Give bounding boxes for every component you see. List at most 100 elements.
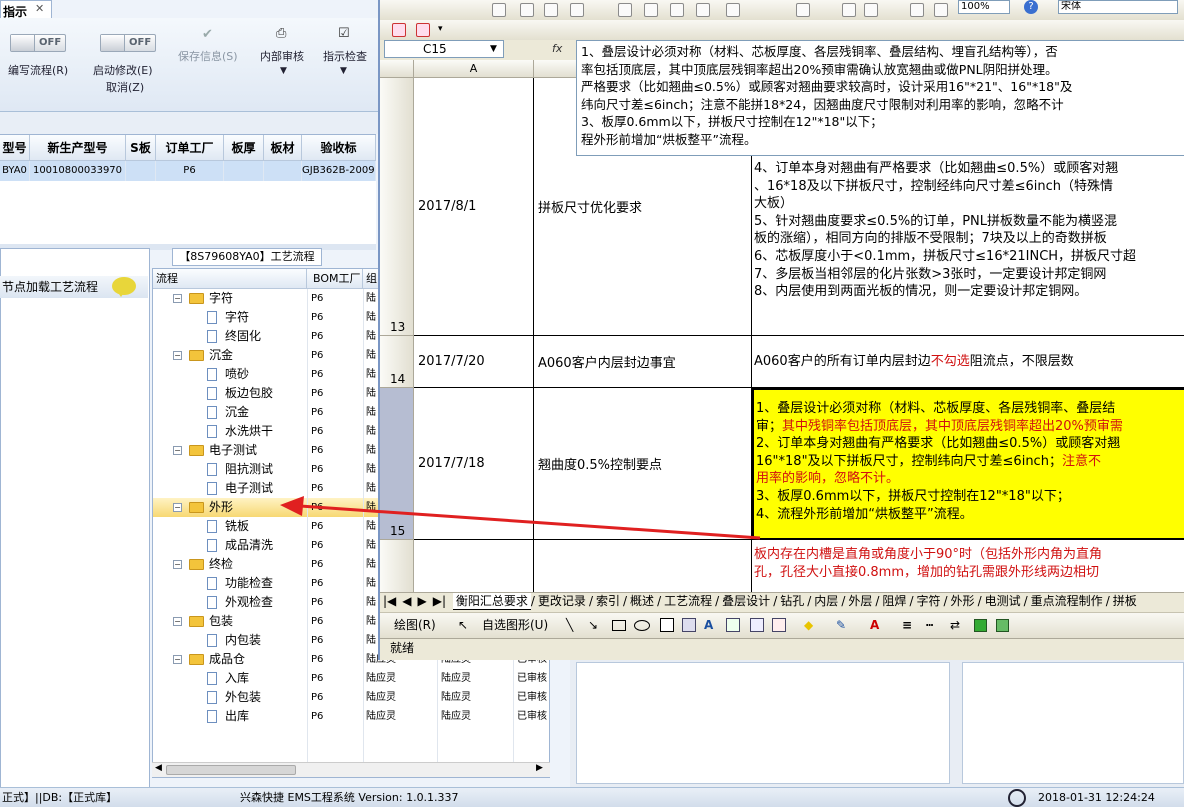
formula-bar[interactable]: 1、叠层设计必须对称（材料、芯板厚度、各层残铜率、叠层结构、埋盲孔结构等），否 … bbox=[576, 40, 1184, 156]
content-cell[interactable]: A060客户的所有订单内层封边 不勾选 阻流点，不限层数 bbox=[752, 336, 1184, 388]
oval-tool-icon[interactable] bbox=[634, 620, 650, 631]
sheet-tab[interactable]: 内层 bbox=[811, 593, 841, 609]
shadow-icon[interactable] bbox=[974, 619, 987, 632]
grid-cell[interactable] bbox=[264, 161, 302, 181]
column-header[interactable]: 订单工厂 bbox=[156, 135, 224, 161]
save-info-button[interactable]: 保存信息(S) bbox=[178, 48, 238, 64]
draw-menu-button[interactable]: 绘图(R) bbox=[394, 613, 436, 637]
cancel-button[interactable]: 取消(Z) bbox=[106, 79, 144, 95]
textbox-tool-icon[interactable] bbox=[660, 618, 674, 632]
name-box[interactable]: C15 bbox=[384, 40, 504, 58]
sheet-tab[interactable]: 索引 bbox=[593, 593, 623, 609]
column-header[interactable]: 型号 bbox=[0, 135, 30, 161]
collapse-toggle-icon[interactable]: − bbox=[173, 617, 182, 626]
row-header[interactable]: 13 bbox=[380, 78, 414, 336]
format-painter-icon[interactable] bbox=[696, 3, 710, 17]
sheet-nav-prev-icon[interactable]: ◀ bbox=[399, 594, 414, 608]
sheet-tab[interactable]: 外层 bbox=[845, 593, 875, 609]
tree-leaf-node[interactable]: 入库 P6 陆应灵 陆应灵 已审核 bbox=[153, 669, 549, 688]
vertical-textbox-icon[interactable] bbox=[682, 618, 696, 632]
chevron-down-icon[interactable]: ▼ bbox=[490, 44, 497, 54]
column-header-a[interactable]: A bbox=[414, 60, 534, 78]
help-icon[interactable]: ? bbox=[1024, 0, 1038, 14]
tree-horizontal-scrollbar[interactable]: ◀ ▶ bbox=[152, 762, 550, 777]
arrow-style-icon[interactable]: ⇄ bbox=[950, 613, 960, 637]
sheet-nav-first-icon[interactable]: |◀ bbox=[380, 594, 399, 608]
chevron-down-icon[interactable]: ▾ bbox=[438, 24, 443, 34]
pdf-settings-icon[interactable] bbox=[416, 23, 430, 37]
rectangle-tool-icon[interactable] bbox=[612, 620, 626, 631]
chat-bubble-icon[interactable] bbox=[112, 277, 136, 297]
clipart-icon[interactable] bbox=[750, 618, 764, 632]
sheet-tab[interactable]: 电测试 bbox=[982, 593, 1024, 609]
sort-descending-icon[interactable] bbox=[864, 3, 878, 17]
wordart-icon[interactable]: A bbox=[704, 613, 713, 637]
edit-flow-button[interactable]: 编写流程(R) bbox=[8, 62, 68, 78]
copy-icon[interactable] bbox=[644, 3, 658, 17]
line-tool-icon[interactable]: ╲ bbox=[566, 613, 573, 637]
tree-column-header[interactable]: 流程 bbox=[153, 269, 307, 289]
paste-icon[interactable] bbox=[670, 3, 684, 17]
dash-style-icon[interactable]: ┅ bbox=[926, 613, 933, 637]
sheet-tab[interactable]: 更改记录 bbox=[535, 593, 589, 609]
row-header[interactable]: 15 bbox=[380, 388, 414, 540]
tree-tab[interactable]: 【8S79608YA0】工艺流程 bbox=[172, 248, 322, 266]
select-pointer-icon[interactable]: ↖ bbox=[458, 613, 468, 637]
cut-icon[interactable] bbox=[618, 3, 632, 17]
sheet-nav-last-icon[interactable]: ▶| bbox=[430, 594, 449, 608]
column-header[interactable]: 验收标 bbox=[302, 135, 376, 161]
start-modify-toggle[interactable]: OFF bbox=[100, 34, 156, 52]
title-cell[interactable] bbox=[534, 540, 752, 594]
sheet-tab[interactable]: 阻焊 bbox=[879, 593, 909, 609]
content-cell[interactable]: 板内存在内槽是直角或角度小于90°时（包括外形内角为直角 孔，孔径大小直接0.8… bbox=[752, 540, 1184, 594]
autoshape-menu-button[interactable]: 自选图形(U) bbox=[482, 613, 548, 637]
undo-icon[interactable] bbox=[726, 3, 740, 17]
sort-ascending-icon[interactable] bbox=[842, 3, 856, 17]
grid-cell[interactable] bbox=[126, 161, 156, 181]
date-cell[interactable] bbox=[414, 540, 534, 594]
internal-review-button[interactable]: 内部审核 bbox=[260, 48, 304, 64]
arrow-tool-icon[interactable]: ↘ bbox=[588, 613, 598, 637]
fill-color-icon[interactable]: ◆ bbox=[804, 613, 813, 637]
column-header[interactable]: 板材 bbox=[264, 135, 302, 161]
grid-cell[interactable] bbox=[224, 161, 264, 181]
chart-icon[interactable] bbox=[910, 3, 924, 17]
chevron-down-icon[interactable]: ▼ bbox=[340, 66, 347, 76]
close-icon[interactable]: ✕ bbox=[35, 2, 44, 15]
line-color-icon[interactable]: ✎ bbox=[836, 613, 846, 637]
column-header[interactable]: 板厚 bbox=[224, 135, 264, 161]
3d-icon[interactable] bbox=[996, 619, 1009, 632]
selected-cell-c15[interactable]: 1、叠层设计必须对称（材料、芯板厚度、各层残铜率、叠层结 审；其中残铜率包括顶底… bbox=[752, 388, 1184, 540]
grid-cell[interactable]: 10010800033970 bbox=[30, 161, 126, 181]
collapse-toggle-icon[interactable]: − bbox=[173, 560, 182, 569]
pdf-icon[interactable] bbox=[392, 23, 406, 37]
collapse-toggle-icon[interactable]: − bbox=[173, 351, 182, 360]
sheet-tab[interactable]: 字符 bbox=[913, 593, 943, 609]
zoom-select[interactable]: 100% bbox=[958, 0, 1010, 14]
spellcheck-icon[interactable] bbox=[570, 3, 584, 17]
date-cell[interactable]: 2017/8/1 bbox=[414, 78, 534, 336]
chevron-down-icon[interactable]: ▼ bbox=[280, 66, 287, 76]
sheet-tab[interactable]: 工艺流程 bbox=[661, 593, 715, 609]
row-header[interactable]: 14 bbox=[380, 336, 414, 388]
drawing-icon[interactable] bbox=[934, 3, 948, 17]
grid-cell[interactable]: BYA0 bbox=[0, 161, 30, 181]
tree-leaf-node[interactable]: 出库 P6 陆应灵 陆应灵 已审核 bbox=[153, 707, 549, 726]
font-color-icon[interactable]: A bbox=[870, 613, 879, 637]
preview-icon[interactable] bbox=[544, 3, 558, 17]
collapse-toggle-icon[interactable]: − bbox=[173, 294, 182, 303]
line-style-icon[interactable]: ≡ bbox=[902, 613, 912, 637]
date-cell[interactable]: 2017/7/20 bbox=[414, 336, 534, 388]
sum-icon[interactable] bbox=[796, 3, 810, 17]
sheet-tab[interactable]: 外形 bbox=[948, 593, 978, 609]
sheet-tab[interactable]: 重点流程制作 bbox=[1028, 593, 1106, 609]
select-all-corner[interactable] bbox=[380, 60, 414, 78]
collapse-toggle-icon[interactable]: − bbox=[173, 503, 182, 512]
start-modify-button[interactable]: 启动修改(E) bbox=[93, 62, 153, 78]
scrollbar-thumb[interactable] bbox=[166, 765, 296, 775]
sheet-tab[interactable]: 衡阳汇总要求 bbox=[452, 593, 531, 610]
diagram-icon[interactable] bbox=[726, 618, 740, 632]
edit-flow-toggle[interactable]: OFF bbox=[10, 34, 66, 52]
collapse-toggle-icon[interactable]: − bbox=[173, 446, 182, 455]
row-header[interactable] bbox=[380, 540, 414, 594]
